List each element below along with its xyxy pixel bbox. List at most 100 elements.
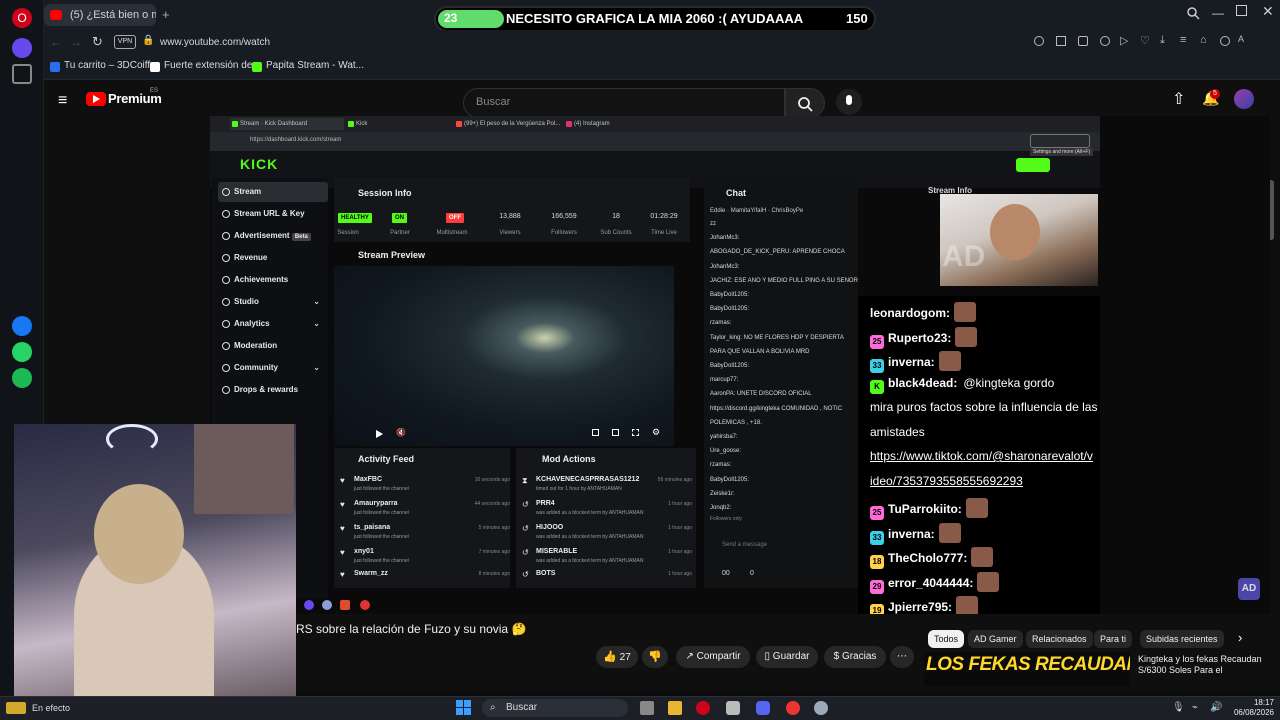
clock-time[interactable]: 18:17	[1228, 698, 1274, 707]
chip-related[interactable]: Relacionados	[1026, 630, 1093, 648]
close-icon[interactable]: ✕	[1262, 3, 1274, 20]
maximize-icon[interactable]	[1236, 5, 1247, 16]
theater-icon[interactable]	[612, 429, 619, 436]
taskbar-search[interactable]: ⌕ Buscar	[482, 699, 628, 717]
pip-icon[interactable]	[592, 429, 599, 436]
recommended-thumbnail[interactable]: LOS FEKAS RECAUDAN	[924, 652, 1130, 686]
kick-nav-stream-url[interactable]: Stream URL & Key	[218, 204, 328, 224]
kick-nav-studio[interactable]: Studio ⌄	[218, 292, 328, 312]
upload-icon[interactable]: ⇧	[1172, 89, 1185, 109]
wallet-icon[interactable]: ⌂	[1200, 34, 1207, 46]
chip-ad-gamer[interactable]: AD Gamer	[968, 630, 1023, 648]
star-icon[interactable]	[12, 64, 32, 84]
dislike-button[interactable]: 👎	[642, 646, 668, 668]
kick-nav-drops[interactable]: Drops & rewards	[218, 380, 328, 400]
fullscreen-icon[interactable]	[632, 429, 639, 436]
play-icon[interactable]	[376, 430, 383, 438]
download-icon[interactable]: ⤓	[1160, 34, 1165, 47]
home-icon[interactable]	[12, 38, 32, 58]
url-input[interactable]: www.youtube.com/watch	[160, 37, 270, 48]
more-actions-button[interactable]: ⋯	[890, 646, 914, 668]
heart-icon[interactable]: ♡	[1140, 34, 1150, 47]
camera-icon[interactable]	[1078, 36, 1088, 46]
kick-nav-stream[interactable]: Stream	[218, 182, 328, 202]
hamburger-menu-icon[interactable]: ≡	[58, 92, 67, 110]
kick-nav-achievements[interactable]: Achievements	[218, 270, 328, 290]
opera-logo-icon[interactable]: O	[12, 8, 32, 28]
edit-icon[interactable]	[1056, 36, 1066, 46]
forward-icon[interactable]: →	[70, 35, 82, 49]
gear-icon[interactable]: ⚙	[652, 427, 660, 438]
messenger-icon[interactable]	[12, 316, 32, 336]
chat-message: rzamas:	[710, 462, 732, 469]
chat-counter: 0	[750, 570, 754, 577]
search-input[interactable]: Buscar	[463, 88, 785, 118]
chip-recent[interactable]: Subidas recientes	[1140, 630, 1224, 648]
menu-icon[interactable]: ≡	[1180, 34, 1186, 46]
chip-all[interactable]: Todos	[928, 630, 965, 648]
chat-username: error_4044444:	[888, 575, 974, 590]
discord-icon[interactable]	[756, 701, 770, 715]
recommended-title[interactable]: Kingteka y los fekas Recaudan S/6300 Sol…	[1138, 654, 1268, 676]
extensions-icon[interactable]	[1220, 36, 1230, 46]
tab-youtube[interactable]: (5) ¿Está bien o mal?	[44, 4, 156, 26]
find-icon[interactable]	[1034, 36, 1044, 46]
bookmark-item[interactable]: Papita Stream - Wat...	[252, 60, 364, 72]
kick-tab[interactable]: Stream · Kick Dashboard	[230, 118, 344, 130]
like-button[interactable]: 👍 27	[596, 646, 638, 668]
spotify-icon[interactable]	[12, 368, 32, 388]
bookmark-item[interactable]: Fuerte extensión de...	[150, 60, 261, 72]
vpn-badge[interactable]: VPN	[114, 35, 136, 49]
thanks-button[interactable]: $ Gracias	[824, 646, 886, 668]
clock-date[interactable]: 06/08/2026	[1228, 708, 1274, 717]
search-button[interactable]	[785, 88, 825, 118]
kick-nav-advertisement[interactable]: Advertisement Beta	[218, 226, 328, 246]
chip-for-you[interactable]: Para ti	[1094, 630, 1133, 648]
stream-preview[interactable]: 🔇 ⚙	[334, 266, 674, 446]
chat-input[interactable]: Send a message	[710, 542, 850, 554]
microphone-icon[interactable]: 🎙	[1172, 702, 1185, 713]
share-button[interactable]: ↗ Compartir	[676, 646, 750, 668]
search-tabs-icon[interactable]	[1186, 6, 1200, 20]
play-icon[interactable]: ▷	[1120, 34, 1128, 47]
volume-icon[interactable]: 🔊	[1210, 702, 1222, 713]
shield-icon[interactable]	[1100, 36, 1110, 46]
heart-icon: ♥	[340, 476, 345, 485]
kick-url[interactable]: https://dashboard.kick.com/stream	[250, 137, 341, 143]
kick-nav-analytics[interactable]: Analytics ⌄	[218, 314, 328, 334]
kick-tab[interactable]: Kick	[346, 118, 436, 130]
reload-icon[interactable]: ↻	[92, 34, 103, 50]
settings-and-more-button[interactable]	[1030, 134, 1090, 148]
new-tab-icon[interactable]: +	[162, 7, 170, 22]
kick-address-bar: https://dashboard.kick.com/stream	[210, 132, 1100, 152]
bookmark-item[interactable]: Tu carrito – 3DCoiff...	[50, 60, 158, 72]
save-button[interactable]: ▯ Guardar	[756, 646, 818, 668]
kick-nav-revenue[interactable]: Revenue	[218, 248, 328, 268]
kick-nav-community[interactable]: Community ⌄	[218, 358, 328, 378]
opera-taskbar-icon[interactable]	[696, 701, 710, 715]
windows-start-icon[interactable]	[456, 700, 472, 716]
mute-icon[interactable]: 🔇	[396, 428, 406, 437]
chevron-right-icon[interactable]: ›	[1238, 630, 1242, 645]
youtube-logo-icon[interactable]	[86, 92, 106, 106]
minimize-icon[interactable]: —	[1212, 6, 1224, 20]
kick-tab[interactable]: (4) Instagram	[564, 118, 664, 130]
avatar[interactable]	[1234, 89, 1254, 109]
task-view-icon[interactable]	[640, 701, 654, 715]
whatsapp-icon[interactable]	[12, 342, 32, 362]
bookmark-icon: ▯	[764, 651, 771, 662]
kick-nav-moderation[interactable]: Moderation	[218, 336, 328, 356]
network-icon[interactable]: ⌁	[1192, 702, 1198, 713]
ai-icon[interactable]: A	[1238, 34, 1244, 44]
weather-icon[interactable]	[6, 702, 26, 714]
go-live-button[interactable]	[1016, 158, 1050, 172]
app-taskbar-icon[interactable]	[786, 701, 800, 715]
video-player[interactable]: Stream · Kick Dashboard Kick (99+) El pe…	[210, 116, 1270, 614]
kick-tab[interactable]: (99+) El peso de la Vergüenza Pol...	[454, 118, 560, 130]
kick-logo[interactable]: KICK	[240, 156, 278, 172]
app-taskbar-icon[interactable]	[726, 701, 740, 715]
app-taskbar-icon[interactable]	[814, 701, 828, 715]
file-explorer-icon[interactable]	[668, 701, 682, 715]
voice-search-button[interactable]	[836, 89, 862, 115]
back-icon[interactable]: ←	[50, 35, 62, 49]
